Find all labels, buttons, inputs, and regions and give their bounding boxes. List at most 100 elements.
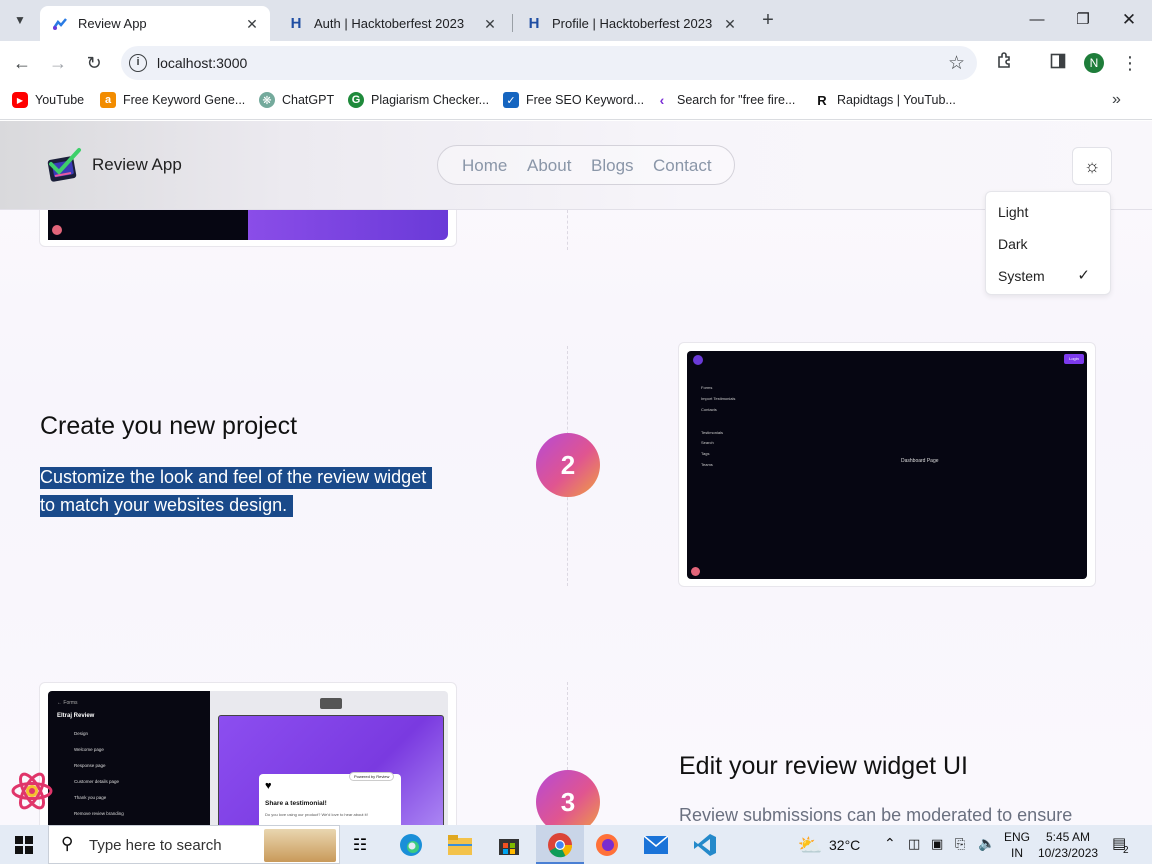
bookmark-star-icon[interactable]: ☆ bbox=[948, 52, 965, 75]
brand-name[interactable]: Review App bbox=[92, 155, 182, 175]
preview-menu-item: Import Testimonials bbox=[701, 396, 736, 401]
nav-contact[interactable]: Contact bbox=[653, 156, 712, 176]
chrome-taskbar-active[interactable] bbox=[536, 825, 584, 864]
bookmark-plagiarism[interactable]: G Plagiarism Checker... bbox=[348, 92, 489, 108]
mail-icon[interactable] bbox=[642, 831, 670, 859]
bookmark-label: ChatGPT bbox=[282, 93, 335, 107]
nav-home[interactable]: Home bbox=[462, 156, 507, 176]
theme-option-system[interactable]: System bbox=[998, 268, 1045, 284]
reload-button[interactable]: ↻ bbox=[82, 51, 106, 75]
bookmark-label: Free SEO Keyword... bbox=[526, 93, 645, 107]
more-bookmarks-icon[interactable]: » bbox=[1112, 91, 1121, 109]
preview-menu-item: Tags bbox=[701, 451, 710, 456]
language-indicator[interactable]: ENG IN bbox=[1004, 829, 1030, 861]
forward-button[interactable]: → bbox=[46, 51, 70, 75]
tab-title: Profile | Hacktoberfest 2023 bbox=[552, 16, 713, 31]
tab-auth-hacktoberfest[interactable]: H Auth | Hacktoberfest 2023 ✕ bbox=[276, 6, 508, 41]
login-button: Login bbox=[1064, 354, 1084, 364]
seo-tool-icon: ✓ bbox=[503, 92, 519, 108]
preview-menu-item: Forms bbox=[701, 385, 713, 390]
grammarly-icon: G bbox=[348, 92, 364, 108]
network-icon[interactable]: ⎘ bbox=[955, 836, 965, 852]
extensions-icon[interactable] bbox=[993, 51, 1017, 75]
step2-description: Customize the look and feel of the revie… bbox=[40, 463, 452, 519]
chrome-menu-icon[interactable]: ⋮ bbox=[1118, 51, 1142, 75]
address-url: localhost:3000 bbox=[157, 55, 248, 71]
bookmark-search-free-fire[interactable]: ‹ Search for "free fire... bbox=[654, 92, 796, 108]
theme-option-light[interactable]: Light bbox=[998, 204, 1028, 220]
step2-title: Create you new project bbox=[40, 412, 298, 440]
edge-browser-icon[interactable] bbox=[397, 831, 425, 859]
tab-title: Review App bbox=[78, 16, 147, 31]
youtube-icon: ▶ bbox=[12, 92, 28, 108]
close-tab-icon[interactable]: ✕ bbox=[244, 16, 260, 32]
profile-avatar[interactable]: N bbox=[1084, 53, 1104, 73]
tab-profile-hacktoberfest[interactable]: H Profile | Hacktoberfest 2023 ✕ bbox=[514, 6, 748, 41]
close-window-button[interactable]: ✕ bbox=[1114, 8, 1144, 32]
bookmarks-bar: ▶ YouTube a Free Keyword Gene... ❋ ChatG… bbox=[0, 85, 1152, 120]
vscode-icon[interactable] bbox=[691, 831, 719, 859]
search-icon: ⚲ bbox=[61, 834, 74, 853]
preview-menu-item: Search bbox=[701, 440, 714, 445]
close-tab-icon[interactable]: ✕ bbox=[722, 16, 738, 32]
meet-now-icon[interactable]: ◫ bbox=[908, 836, 920, 852]
rapidtags-icon: R bbox=[817, 92, 827, 108]
react-devtools-icon[interactable] bbox=[10, 769, 54, 813]
new-tab-button[interactable]: + bbox=[756, 8, 780, 32]
theme-menu: Light Dark System ✓ bbox=[985, 191, 1111, 295]
avatar bbox=[693, 355, 703, 365]
bookmark-youtube[interactable]: ▶ YouTube bbox=[12, 92, 84, 108]
editor-item: Design bbox=[74, 731, 89, 736]
clock[interactable]: 5:45 AM 10/23/2023 bbox=[1038, 829, 1098, 861]
file-explorer-icon[interactable] bbox=[446, 831, 474, 859]
address-bar[interactable]: i localhost:3000 ☆ bbox=[121, 46, 977, 80]
hacktoberfest-favicon: H bbox=[290, 15, 302, 32]
close-tab-icon[interactable]: ✕ bbox=[482, 16, 498, 32]
review-app-favicon bbox=[52, 16, 68, 32]
back-button[interactable]: ← bbox=[10, 51, 34, 75]
weather-temperature[interactable]: 32°C bbox=[829, 837, 860, 853]
site-header: Review App Home About Blogs Contact ☼ bbox=[0, 121, 1152, 210]
heart-icon: ♥ bbox=[265, 780, 272, 792]
windows-taskbar: ⚲ Type here to search ☷ ⛅ 32°C ⌃ ◫ ▣ ⎘ 🔈… bbox=[0, 825, 1152, 864]
review-app-logo[interactable] bbox=[45, 146, 83, 184]
task-view-icon[interactable]: ☷ bbox=[346, 831, 374, 859]
device-toggle bbox=[320, 698, 342, 709]
nav-about[interactable]: About bbox=[527, 156, 571, 176]
chrome-icon bbox=[548, 833, 573, 858]
tab-separator bbox=[512, 14, 513, 32]
firefox-icon[interactable] bbox=[593, 831, 621, 859]
step2-description-line2: to match your websites design. bbox=[40, 495, 294, 517]
theme-toggle-button[interactable]: ☼ bbox=[1072, 147, 1112, 185]
microsoft-store-icon[interactable] bbox=[495, 831, 523, 859]
site-info-icon[interactable]: i bbox=[129, 54, 147, 72]
tab-search-button[interactable]: ▼ bbox=[8, 8, 32, 32]
minimize-window-button[interactable]: — bbox=[1022, 8, 1052, 32]
weather-icon[interactable]: ⛅ bbox=[796, 831, 824, 859]
main-nav: Home About Blogs Contact bbox=[437, 145, 735, 185]
restore-window-button[interactable]: ❐ bbox=[1068, 8, 1098, 32]
checkmark-icon: ✓ bbox=[1077, 267, 1090, 284]
react-icon bbox=[691, 567, 700, 576]
clock-date: 10/23/2023 bbox=[1038, 846, 1099, 860]
widget-popup: ♥ Powered by Review Share a testimonial!… bbox=[259, 772, 401, 825]
windows-start-icon[interactable] bbox=[10, 831, 38, 859]
region-code: IN bbox=[1011, 846, 1023, 860]
browser-toolbar: ← → ↻ i localhost:3000 ☆ N ⋮ bbox=[0, 41, 1152, 85]
taskbar-search-box[interactable]: ⚲ Type here to search bbox=[48, 825, 340, 864]
tab-review-app[interactable]: Review App ✕ bbox=[40, 6, 270, 41]
dashboard-screenshot: Login Forms Import Testimonials Contacts… bbox=[687, 351, 1087, 579]
search-site-icon: ‹ bbox=[659, 92, 665, 108]
bookmark-free-seo[interactable]: ✓ Free SEO Keyword... bbox=[503, 92, 644, 108]
volume-icon[interactable]: 🔈 bbox=[978, 835, 995, 852]
bookmark-free-keyword[interactable]: a Free Keyword Gene... bbox=[100, 92, 245, 108]
bookmark-rapidtags[interactable]: R Rapidtags | YouTub... bbox=[814, 92, 956, 108]
camera-icon[interactable]: ▣ bbox=[931, 836, 943, 852]
side-panel-icon[interactable] bbox=[1046, 51, 1070, 75]
keyword-tool-icon: a bbox=[100, 92, 116, 108]
show-hidden-icons[interactable]: ⌃ bbox=[884, 835, 896, 852]
nav-blogs[interactable]: Blogs bbox=[591, 156, 634, 176]
tab-title: Auth | Hacktoberfest 2023 bbox=[314, 16, 465, 31]
bookmark-chatgpt[interactable]: ❋ ChatGPT bbox=[259, 92, 334, 108]
theme-option-dark[interactable]: Dark bbox=[998, 236, 1028, 252]
